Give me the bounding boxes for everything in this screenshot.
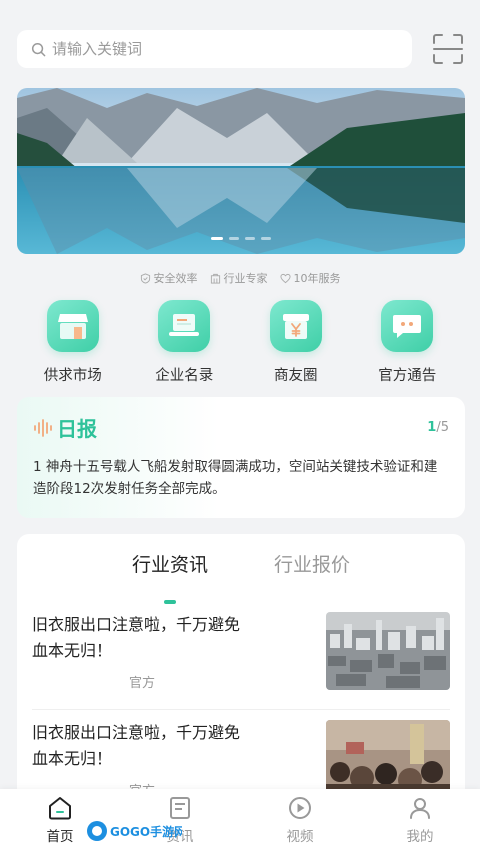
daily-report-card[interactable]: 日报 1/5 1 神舟十五号载人飞船发射取得圆满成功，空间站关键技术验证和建造阶… [17,397,465,518]
daily-title-wrap: 日报 [33,413,97,442]
bottom-tab-bar: 首页 资讯 视频 我的 GOGO手游网 [0,789,480,853]
scan-icon[interactable] [430,31,466,67]
nav-label: 官方通告 [378,368,437,384]
tab-video[interactable]: 视频 [252,795,348,853]
tab-profile[interactable]: 我的 [372,795,468,853]
search-icon [31,42,46,56]
yen-icon [269,300,322,352]
user-icon [410,798,430,819]
carousel-dot[interactable] [229,237,239,240]
carousel-dot[interactable] [211,237,223,240]
feature-label: 安全效率 [153,272,198,285]
tab-label: 视频 [286,829,314,845]
tab-label: 首页 [46,829,74,845]
quick-nav: 供求市场 企业名录 商友圈 官方通告 [0,300,480,385]
news-source: 官方 [128,676,155,691]
features-strip: 安全效率 行业专家 10年服务 [0,270,480,286]
news-tabs: 行业资讯 行业报价 [17,534,465,592]
news-list: 旧衣服出口注意啦，千万避免血本无归！ 官方 旧衣服出口注意啦，千万避免血本无归！ [17,592,465,818]
feature-label: 行业专家 [223,272,268,285]
shield-icon [140,272,150,284]
feature-item: 安全效率 [140,270,198,286]
feature-label: 10年服务 [293,272,341,285]
news-thumbnail [326,612,450,690]
daily-text: 1 神舟十五号载人飞船发射取得圆满成功，空间站关键技术验证和建造阶段12次发射任… [33,459,438,497]
nav-label: 供求市场 [43,368,102,384]
soundwave-icon [34,418,52,437]
pager-current: 1 [427,420,437,435]
nav-item-market[interactable]: 供求市场 [23,300,123,385]
home-icon [49,797,71,820]
pager-total: /5 [436,420,449,435]
store-icon [46,300,99,352]
laptop-icon [158,300,211,352]
carousel-dot[interactable] [245,237,255,240]
feature-item: 行业专家 [210,270,268,286]
nav-item-circle[interactable]: 商友圈 [246,300,346,385]
tab-industry-quotes[interactable]: 行业报价 [274,550,350,592]
search-row [17,29,466,69]
heart-icon [279,273,291,283]
video-icon [289,797,311,819]
news-title: 旧衣服出口注意啦，千万避免血本无归！ [32,615,241,660]
news-item[interactable]: 旧衣服出口注意啦，千万避免血本无归！ 官方 [32,602,450,710]
carousel-dot[interactable] [261,237,271,240]
daily-header: 日报 1/5 [33,413,449,442]
nav-label: 企业名录 [155,368,214,384]
search-input[interactable] [52,40,372,58]
watermark-logo: GOGO手游网 [87,821,182,841]
daily-pager: 1/5 [427,420,449,435]
search-box[interactable] [17,30,412,68]
tab-industry-news[interactable]: 行业资讯 [132,550,208,592]
banner-image [17,88,465,254]
svg-text:GOGO手游网: GOGO手游网 [110,824,182,839]
news-icon [170,797,190,819]
nav-label: 商友圈 [274,368,318,384]
news-thumbnail [326,720,450,798]
nav-item-notice[interactable]: 官方通告 [357,300,457,385]
nav-item-directory[interactable]: 企业名录 [134,300,234,385]
news-text: 旧衣服出口注意啦，千万避免血本无归！ 官方 [32,612,252,709]
chat-icon [381,300,434,352]
banner-carousel[interactable] [17,88,465,254]
feature-item: 10年服务 [279,270,341,286]
news-title: 旧衣服出口注意啦，千万避免血本无归！ [32,723,241,768]
daily-title: 日报 [57,417,97,441]
carousel-indicator [211,237,271,240]
building-icon [210,273,220,284]
tab-label: 我的 [406,829,434,845]
